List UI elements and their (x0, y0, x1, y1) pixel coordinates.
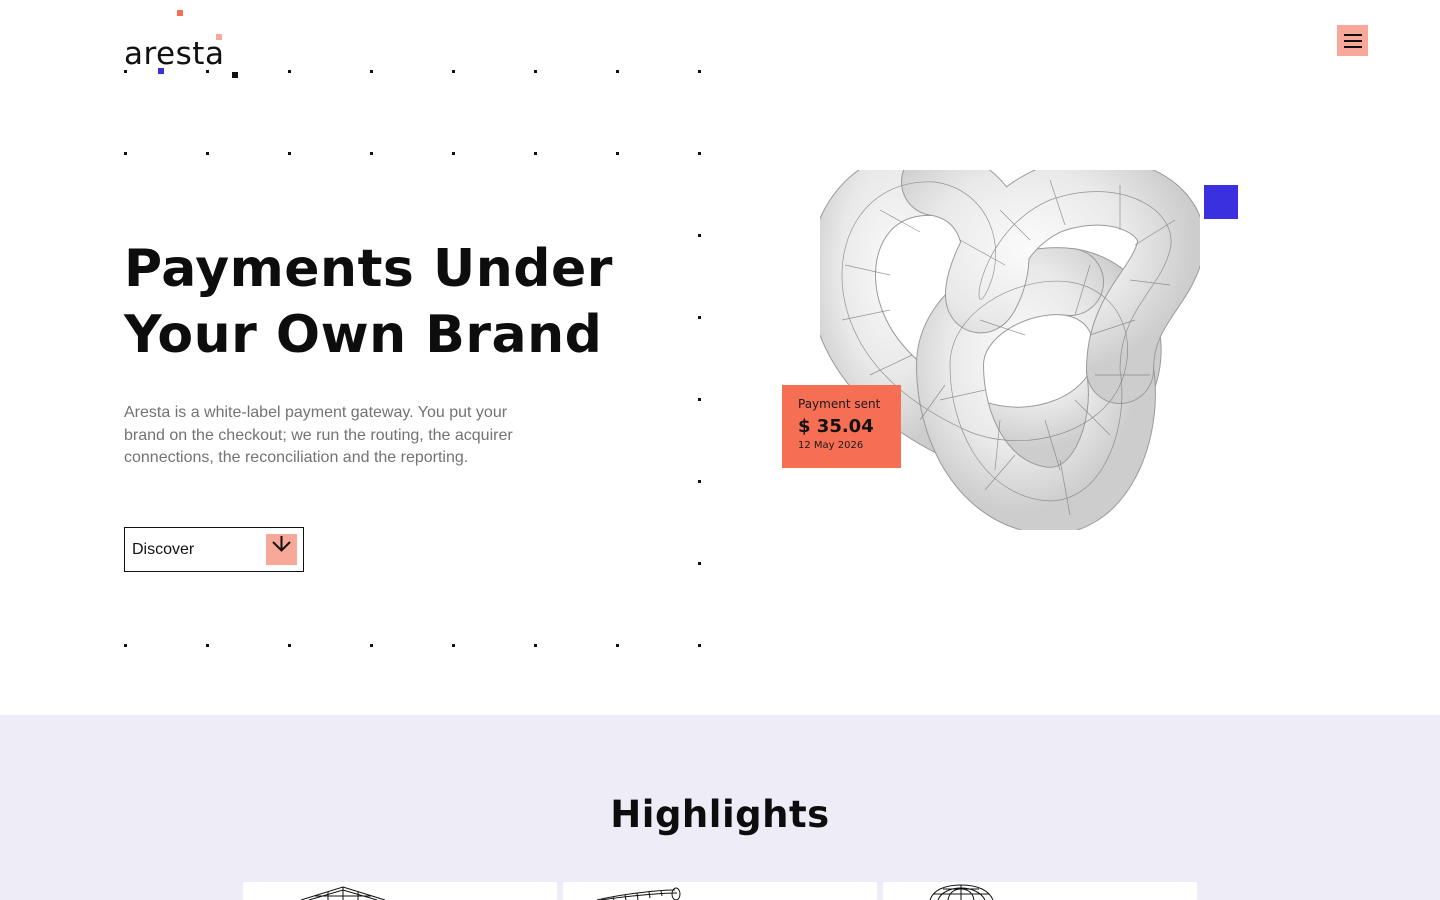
menu-line (1343, 45, 1362, 48)
grid-dot (452, 644, 455, 647)
highlights-title: Highlights (610, 793, 830, 836)
wireframe-cylinder-icon (596, 887, 681, 900)
logo-square-black (232, 72, 238, 78)
highlight-card[interactable] (563, 882, 877, 900)
grid-dot (698, 316, 701, 319)
headline-line-1: Payments Under (124, 239, 613, 299)
highlights-section: Highlights (0, 715, 1440, 900)
grid-dot (698, 562, 701, 565)
wireframe-cube-icon (300, 886, 386, 900)
grid-dot (452, 152, 455, 155)
logo-square-salmon (216, 34, 222, 40)
logo[interactable]: aresta (124, 36, 224, 80)
grid-dot (534, 70, 537, 73)
arrow-down-icon (266, 534, 297, 565)
grid-dot (206, 644, 209, 647)
payment-amount: $ 35.04 (798, 416, 874, 437)
grid-dot (370, 644, 373, 647)
headline-line-2: Your Own Brand (124, 305, 603, 365)
hero-section: aresta Payments Under Your Own Brand Are… (0, 0, 1440, 715)
logo-square-blue (158, 68, 164, 74)
hero-intro: Aresta is a white-label payment gateway.… (124, 404, 513, 466)
discover-button[interactable]: Discover (124, 527, 304, 572)
grid-dot (206, 70, 209, 73)
grid-dot (616, 152, 619, 155)
discover-label: Discover (132, 541, 195, 558)
blue-accent-square (1204, 185, 1238, 219)
grid-dot (698, 234, 701, 237)
grid-dot (206, 152, 209, 155)
grid-dot (698, 70, 701, 73)
grid-dot (616, 644, 619, 647)
menu-line (1343, 33, 1362, 36)
grid-dot (698, 480, 701, 483)
payment-label: Payment sent (798, 397, 881, 411)
grid-dot (124, 70, 127, 73)
highlight-card[interactable] (883, 882, 1197, 900)
grid-dot (288, 644, 291, 647)
grid-dot (124, 644, 127, 647)
grid-dot (452, 70, 455, 73)
hamburger-menu-icon[interactable] (1337, 25, 1368, 56)
payment-card: Payment sent $ 35.04 12 May 2026 (782, 385, 901, 468)
grid-dot (288, 70, 291, 73)
grid-dot (698, 398, 701, 401)
grid-dot (698, 152, 701, 155)
highlight-card[interactable] (243, 882, 557, 900)
grid-dot (288, 152, 291, 155)
logo-square-coral (177, 10, 183, 16)
hero-headline: Payments Under Your Own Brand (124, 236, 644, 368)
wireframe-sphere-icon (929, 884, 994, 900)
menu-line (1343, 39, 1362, 42)
grid-dot (124, 152, 127, 155)
grid-dot (534, 644, 537, 647)
payment-date: 12 May 2026 (798, 440, 864, 451)
grid-dot (616, 70, 619, 73)
grid-dot (698, 644, 701, 647)
grid-dot (534, 152, 537, 155)
torus-knot-icon (808, 147, 1205, 535)
grid-dot (370, 152, 373, 155)
logo-text: aresta (124, 36, 225, 72)
grid-dot (370, 70, 373, 73)
